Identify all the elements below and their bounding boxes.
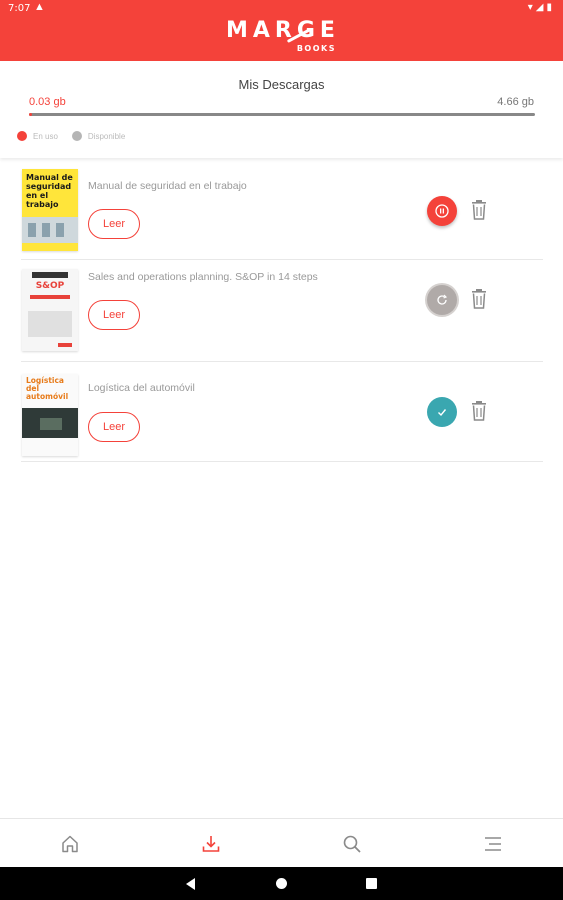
cover-title: S&OP	[35, 281, 65, 291]
downloads-list: Manual de seguridad en el trabajo Manual…	[21, 162, 543, 462]
available-storage-label: 4.66 gb	[497, 96, 534, 108]
legend-dot-available	[71, 131, 82, 141]
book-cover[interactable]: Logística del automóvil	[22, 374, 78, 456]
storage-legend: En uso Disponible	[17, 131, 139, 141]
menu-icon[interactable]	[482, 833, 504, 855]
book-title[interactable]: Manual de seguridad en el trabajo	[88, 180, 247, 192]
cover-title: Logística del automóvil	[26, 376, 69, 401]
back-icon[interactable]	[186, 878, 195, 890]
book-cover[interactable]: S&OP	[22, 269, 78, 351]
cover-footer	[58, 343, 72, 347]
search-icon[interactable]	[341, 833, 363, 855]
cover-illustration	[22, 217, 78, 243]
storage-progress-fill	[29, 113, 33, 116]
warning-icon: ▲	[34, 1, 45, 13]
cover-stripe	[30, 295, 70, 299]
check-icon[interactable]	[427, 397, 457, 427]
home-icon[interactable]	[59, 833, 81, 855]
legend-label-available: Disponible	[87, 131, 126, 141]
legend-item-in-use: En uso	[17, 131, 58, 141]
legend-item-available: Disponible	[71, 131, 126, 141]
pause-icon[interactable]	[427, 196, 457, 226]
system-navigation-bar	[0, 867, 563, 900]
read-button[interactable]: Leer	[88, 412, 140, 442]
storage-panel: Mis Descargas 0.03 gb 4.66 gb En uso Dis…	[0, 61, 563, 158]
status-time: 7:07	[8, 3, 31, 14]
trash-icon[interactable]	[470, 199, 488, 221]
list-item: Manual de seguridad en el trabajo Manual…	[21, 162, 543, 260]
bottom-navigation	[0, 818, 563, 867]
system-home-icon[interactable]	[276, 878, 287, 889]
download-icon[interactable]	[200, 833, 222, 855]
legend-dot-in-use	[17, 131, 27, 141]
book-title[interactable]: Sales and operations planning. S&OP in 1…	[88, 271, 318, 283]
logo-sub: BOOKS	[296, 44, 336, 53]
recent-apps-icon[interactable]	[366, 878, 377, 889]
legend-label-in-use: En uso	[33, 131, 58, 141]
app-bar: 7:07 ▲ ▾◢▮ MARGE BOOKS	[0, 0, 563, 61]
trash-icon[interactable]	[470, 288, 488, 310]
used-storage-label: 0.03 gb	[29, 96, 66, 108]
book-title[interactable]: Logística del automóvil	[88, 382, 195, 394]
status-icons: ▾◢▮	[527, 2, 555, 13]
book-cover[interactable]: Manual de seguridad en el trabajo	[22, 169, 78, 251]
list-item: S&OP Sales and operations planning. S&OP…	[21, 260, 543, 362]
trash-icon[interactable]	[470, 400, 488, 422]
cover-illustration	[28, 311, 72, 337]
storage-progress-bar	[29, 113, 535, 116]
cover-header	[32, 272, 68, 278]
cover-title: Manual de seguridad en el trabajo	[26, 173, 73, 209]
read-button[interactable]: Leer	[88, 209, 140, 239]
status-bar: 7:07 ▲ ▾◢▮	[0, 0, 563, 18]
cover-illustration	[22, 408, 78, 438]
app-logo: MARGE BOOKS	[226, 20, 338, 56]
page-title: Mis Descargas	[238, 77, 325, 92]
read-button[interactable]: Leer	[88, 300, 140, 330]
logo-brand: MARGE	[226, 18, 340, 43]
list-item: Logística del automóvil Logística del au…	[21, 362, 543, 462]
refresh-icon[interactable]	[427, 285, 457, 315]
